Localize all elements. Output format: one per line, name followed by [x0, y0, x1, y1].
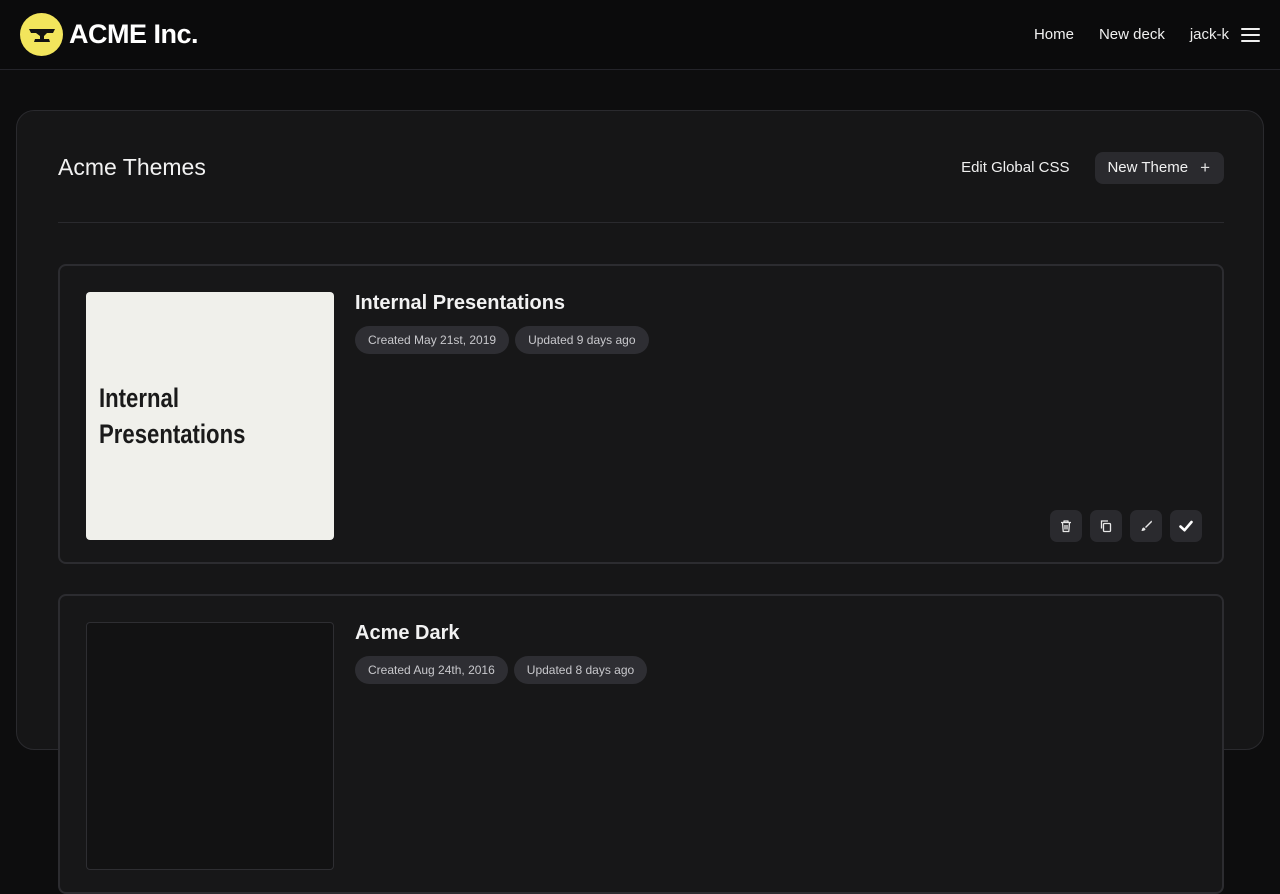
duplicate-theme-button[interactable]	[1090, 510, 1122, 542]
hamburger-menu-icon[interactable]	[1241, 27, 1260, 42]
new-theme-label: New Theme	[1107, 159, 1189, 176]
delete-theme-button[interactable]	[1050, 510, 1082, 542]
username: jack-k	[1189, 26, 1229, 43]
new-theme-button[interactable]: New Theme +	[1095, 151, 1224, 184]
top-navbar: ACME Inc. Home New deck jack-k	[0, 0, 1280, 70]
theme-actions	[1050, 510, 1202, 542]
updated-badge: Updated 8 days ago	[513, 656, 648, 684]
theme-title: Acme Dark	[355, 622, 460, 644]
nav-home-link[interactable]: Home	[1034, 26, 1074, 43]
theme-meta: Created Aug 24th, 2016 Updated 8 days ag…	[355, 656, 648, 684]
copy-icon	[1100, 520, 1112, 533]
edit-global-css-button[interactable]: Edit Global CSS	[949, 151, 1081, 184]
themes-panel: Acme Themes Edit Global CSS New Theme + …	[16, 110, 1264, 894]
updated-badge: Updated 9 days ago	[515, 326, 649, 354]
brand[interactable]: ACME Inc.	[20, 13, 199, 56]
created-badge: Created May 21st, 2019	[355, 326, 510, 354]
nav-new-deck-link[interactable]: New deck	[1099, 26, 1165, 43]
plus-icon: +	[1200, 158, 1210, 177]
panel-header: Acme Themes Edit Global CSS New Theme +	[58, 151, 1224, 223]
thumbnail-title: Internal Presentations	[99, 383, 246, 449]
theme-title: Internal Presentations	[355, 292, 566, 314]
trash-icon	[1061, 520, 1071, 533]
header-actions: Edit Global CSS New Theme +	[949, 151, 1224, 184]
check-icon	[1179, 520, 1193, 532]
theme-info: Internal Presentations Created May 21st,…	[355, 292, 649, 354]
page-title: Acme Themes	[58, 154, 206, 180]
edit-theme-button[interactable]	[1130, 510, 1162, 542]
anvil-icon	[20, 13, 63, 56]
theme-thumbnail[interactable]	[86, 622, 334, 870]
brand-name: ACME Inc.	[69, 19, 199, 49]
brush-icon	[1141, 520, 1152, 531]
theme-card[interactable]: Internal Presentations Internal Presenta…	[58, 264, 1224, 564]
created-badge: Created Aug 24th, 2016	[355, 656, 508, 684]
theme-card[interactable]: Acme Dark Created Aug 24th, 2016 Updated…	[58, 594, 1224, 894]
theme-meta: Created May 21st, 2019 Updated 9 days ag…	[355, 326, 649, 354]
theme-thumbnail[interactable]: Internal Presentations	[86, 292, 334, 540]
user-menu[interactable]: jack-k	[1190, 26, 1260, 43]
main-nav: Home New deck jack-k	[1034, 26, 1260, 43]
set-default-theme-button[interactable]	[1170, 510, 1202, 542]
theme-info: Acme Dark Created Aug 24th, 2016 Updated…	[355, 622, 648, 684]
